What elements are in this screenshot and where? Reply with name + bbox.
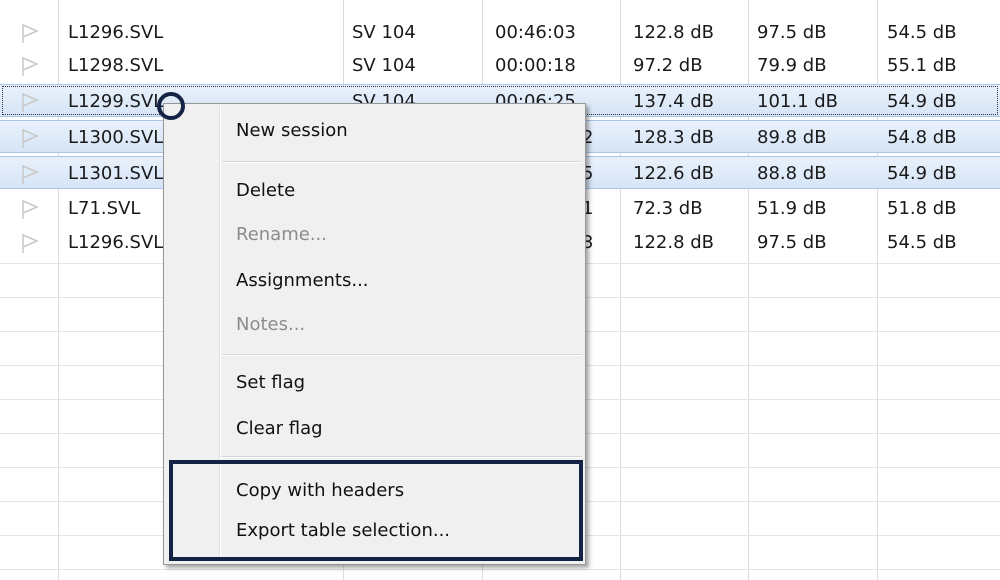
menu-item-notes[interactable]: Notes...	[236, 310, 305, 340]
device-cell: SV 104	[352, 22, 416, 43]
flag-icon[interactable]	[20, 198, 40, 220]
menu-separator	[222, 161, 582, 163]
peak-cell: 97.2 dB	[633, 55, 703, 76]
peak-cell: 137.4 dB	[633, 91, 715, 112]
peak-cell: 122.8 dB	[633, 22, 715, 43]
table-row[interactable]: L1298.SVL SV 104 00:00:18 97.2 dB 79.9 d…	[0, 49, 1000, 82]
file-name-cell: L1296.SVL	[68, 22, 164, 43]
min-cell: 54.9 dB	[887, 91, 957, 112]
flag-icon[interactable]	[20, 55, 40, 77]
duration-cell: 00:00:18	[495, 55, 576, 76]
peak-cell: 72.3 dB	[633, 198, 703, 219]
menu-item-assignments[interactable]: Assignments...	[236, 266, 369, 296]
max-cell: 79.9 dB	[757, 55, 827, 76]
max-cell: 88.8 dB	[757, 163, 827, 184]
min-cell: 54.9 dB	[887, 163, 957, 184]
menu-item-set-flag[interactable]: Set flag	[236, 368, 305, 398]
table-row[interactable]: L1296.SVL SV 104 00:46:03 122.8 dB 97.5 …	[0, 16, 1000, 49]
flag-icon[interactable]	[20, 232, 40, 254]
file-name-cell: L1298.SVL	[68, 55, 164, 76]
duration-cell: 00:46:03	[495, 22, 576, 43]
device-cell: SV 104	[352, 55, 416, 76]
max-cell: 89.8 dB	[757, 127, 827, 148]
file-name-cell: L1299.SVL	[68, 91, 164, 112]
menu-item-rename[interactable]: Rename...	[236, 220, 327, 250]
max-cell: 51.9 dB	[757, 198, 827, 219]
min-cell: 54.8 dB	[887, 127, 957, 148]
min-cell: 54.5 dB	[887, 22, 957, 43]
menu-item-new-session[interactable]: New session	[236, 116, 348, 146]
peak-cell: 122.6 dB	[633, 163, 715, 184]
row-divider	[0, 569, 1000, 570]
file-name-cell: L1296.SVL	[68, 232, 164, 253]
file-name-cell: L1300.SVL	[68, 127, 164, 148]
menu-separator	[222, 354, 582, 356]
click-indicator-icon	[157, 92, 185, 120]
min-cell: 55.1 dB	[887, 55, 957, 76]
min-cell: 51.8 dB	[887, 198, 957, 219]
flag-icon[interactable]	[20, 163, 40, 185]
flag-icon[interactable]	[20, 22, 40, 44]
menu-separator	[222, 456, 582, 458]
min-cell: 54.5 dB	[887, 232, 957, 253]
menu-item-delete[interactable]: Delete	[236, 176, 295, 206]
file-name-cell: L71.SVL	[68, 198, 141, 219]
annotation-highlight-box	[169, 460, 583, 561]
file-name-cell: L1301.SVL	[68, 163, 164, 184]
peak-cell: 122.8 dB	[633, 232, 715, 253]
max-cell: 101.1 dB	[757, 91, 839, 112]
max-cell: 97.5 dB	[757, 22, 827, 43]
flag-icon[interactable]	[20, 91, 40, 113]
peak-cell: 128.3 dB	[633, 127, 715, 148]
max-cell: 97.5 dB	[757, 232, 827, 253]
flag-icon[interactable]	[20, 127, 40, 149]
menu-item-clear-flag[interactable]: Clear flag	[236, 414, 323, 444]
